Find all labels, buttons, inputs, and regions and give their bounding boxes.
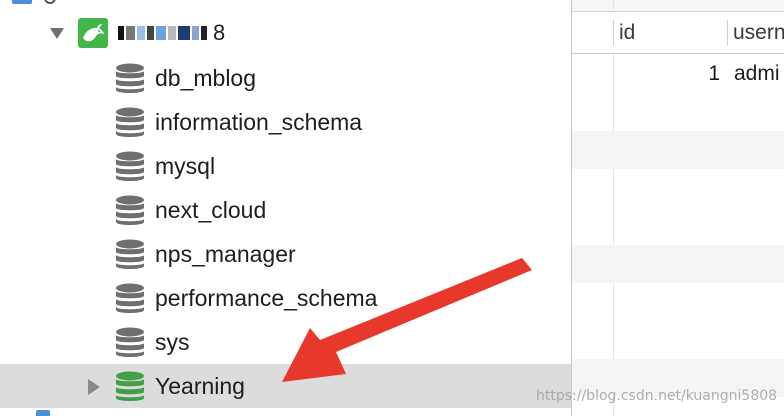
watermark-text: https://blog.csdn.net/kuangni5808 [536,388,778,404]
annotation-arrow [282,258,532,382]
